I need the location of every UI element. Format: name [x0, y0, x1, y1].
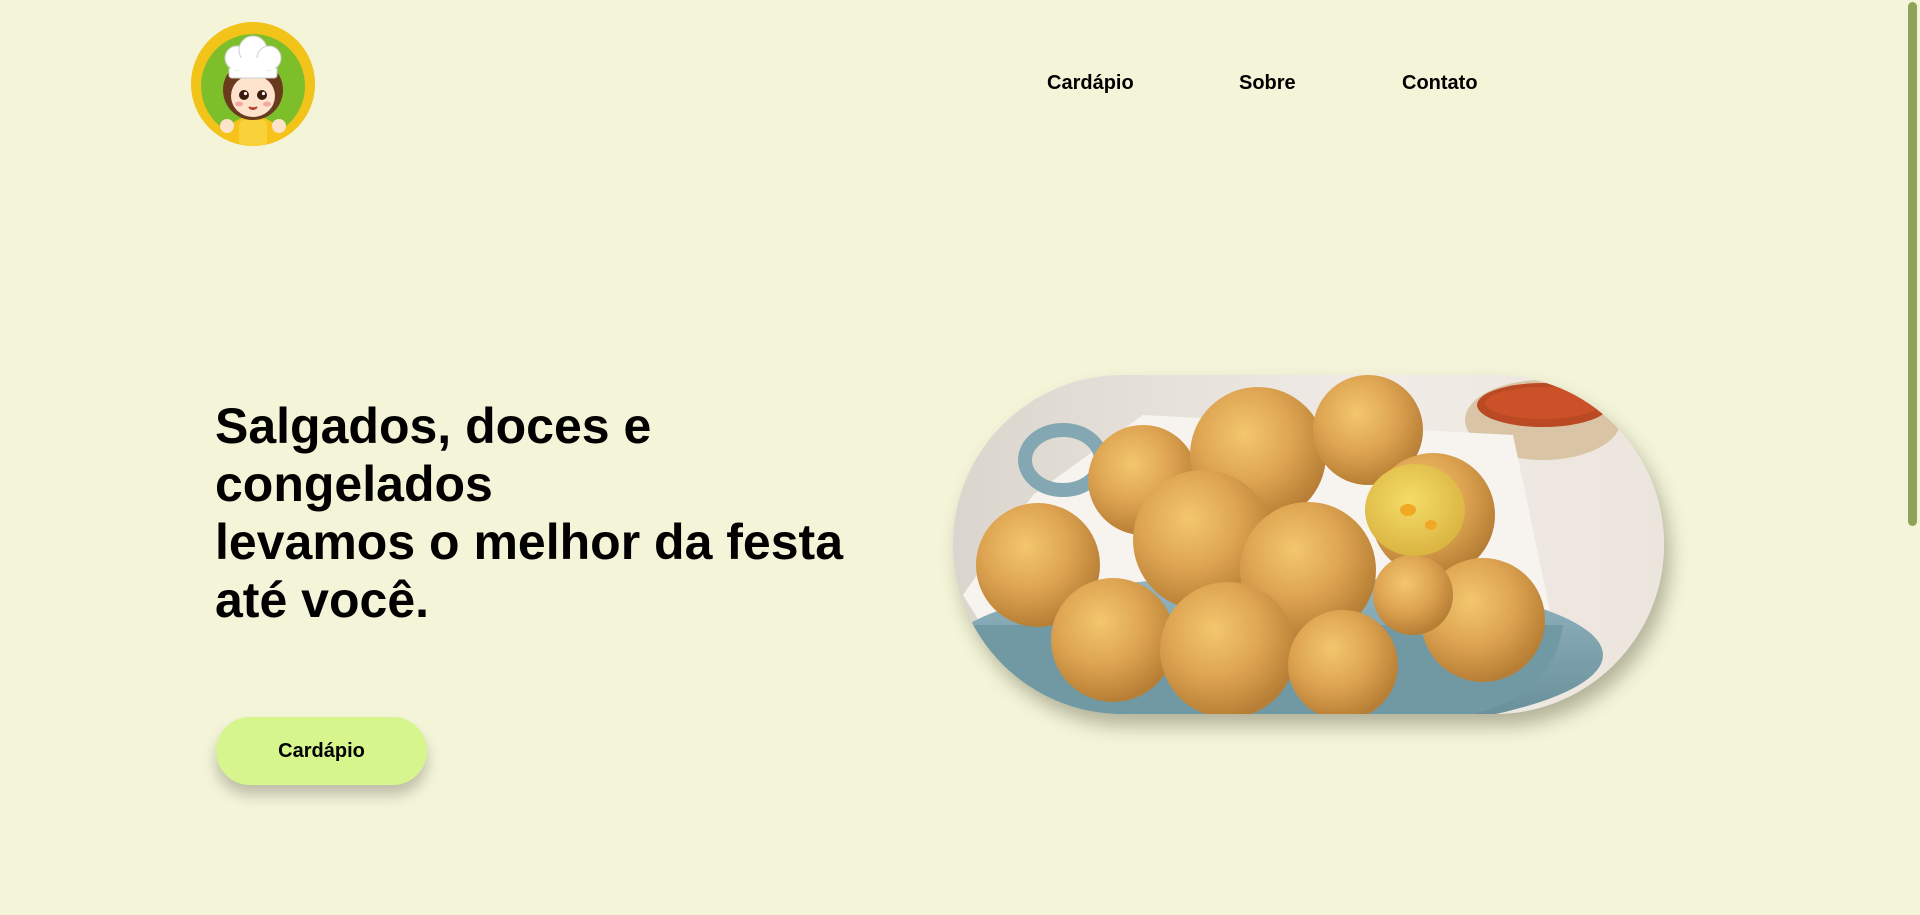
- hero-title: Salgados, doces e congelados levamos o m…: [215, 397, 895, 629]
- page: Cardápio Sobre Contato Salgados, doces e…: [0, 0, 1920, 915]
- vertical-scrollbar[interactable]: [1905, 0, 1920, 915]
- croquettes-bowl-image: [953, 375, 1664, 714]
- hero-title-line-2: levamos o melhor da festa até você.: [215, 514, 844, 628]
- hero-title-line-1: Salgados, doces e congelados: [215, 398, 652, 512]
- nav-link-cardapio[interactable]: Cardápio: [1047, 72, 1134, 95]
- nav-link-sobre[interactable]: Sobre: [1239, 72, 1296, 95]
- cardapio-cta-button[interactable]: Cardápio: [216, 717, 427, 785]
- nav-link-contato[interactable]: Contato: [1402, 72, 1478, 95]
- main-nav: Cardápio Sobre Contato: [0, 72, 1920, 96]
- scrollbar-thumb[interactable]: [1908, 2, 1917, 526]
